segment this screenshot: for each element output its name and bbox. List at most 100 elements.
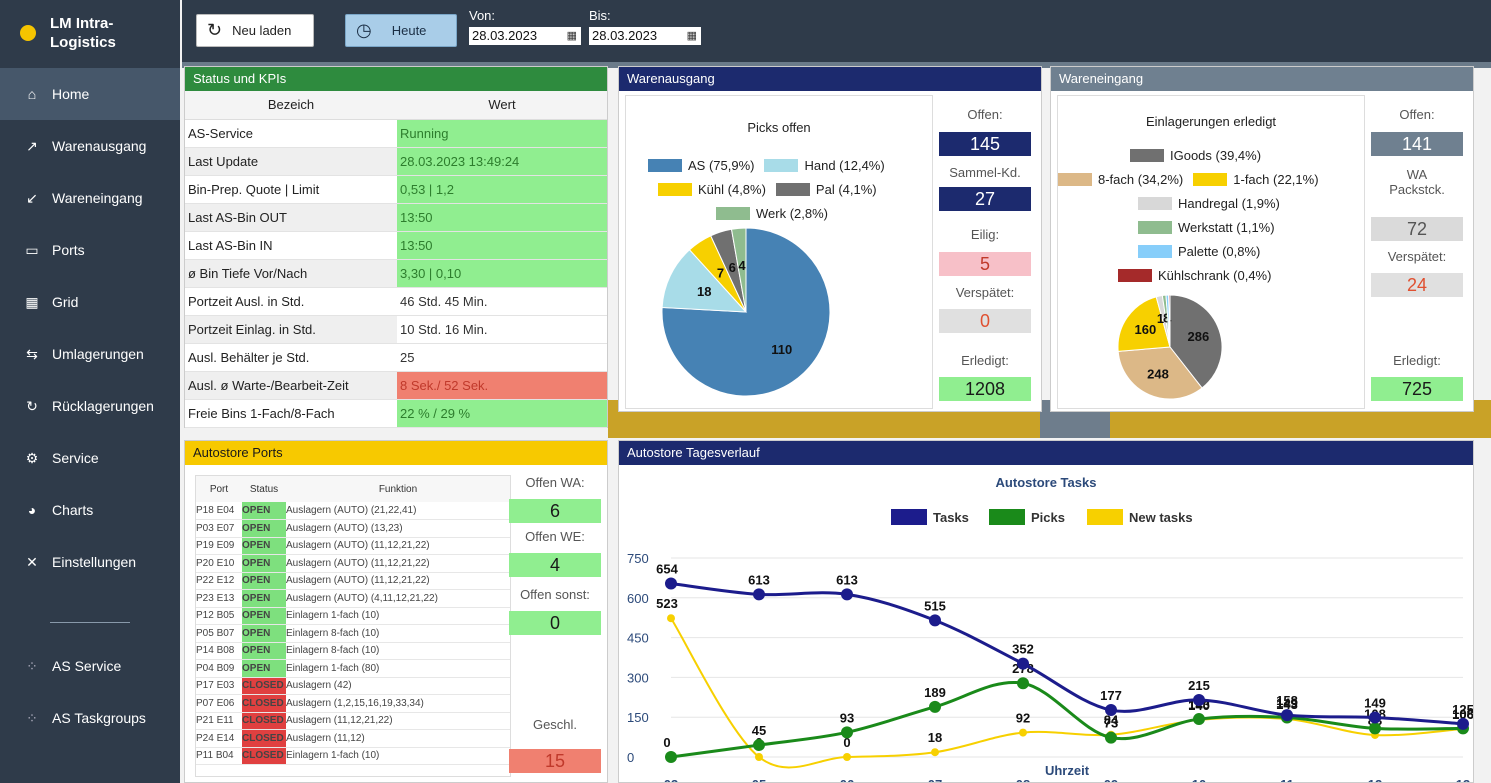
data-point[interactable] [753, 739, 765, 752]
kpi-col-header[interactable]: Bezeich [185, 91, 397, 120]
nav-item-rcklagerungen[interactable]: ↻ Rücklagerungen [0, 380, 180, 432]
nav-item-astaskgroups[interactable]: ⁘ AS Taskgroups [0, 692, 180, 744]
nav-item-asservice[interactable]: ⁘ AS Service [0, 640, 180, 692]
data-point[interactable] [753, 588, 765, 601]
data-point[interactable] [843, 753, 851, 761]
legend-item[interactable]: 1-fach (22,1%) [1193, 172, 1319, 187]
data-point[interactable] [1193, 713, 1205, 726]
app-logo[interactable]: LM Intra- Logistics [0, 0, 180, 66]
nav-item-charts[interactable]: ◕ Charts [0, 484, 180, 536]
series-line-tasks[interactable] [670, 581, 1464, 726]
nav-item-grid[interactable]: ▦ Grid [0, 276, 180, 328]
home-icon: ⌂ [27, 86, 37, 102]
port-id: P21 E11 [196, 712, 242, 730]
port-row[interactable]: P07 E06 CLOSED Auslagern (1,2,15,16,19,33,… [196, 694, 510, 713]
arrow-up-right-icon: ↗ [26, 137, 38, 154]
port-row[interactable]: P21 E11 CLOSED Auslagern (11,12,21,22) [196, 712, 510, 730]
port-id: P07 E06 [196, 694, 242, 713]
ports-col-header[interactable]: Status [242, 476, 286, 502]
legend-item[interactable]: Handregal (1,9%) [1138, 196, 1280, 211]
legend-item[interactable]: Pal (4,1%) [775, 182, 877, 197]
data-point[interactable] [1457, 717, 1469, 730]
data-point[interactable] [1019, 728, 1027, 737]
series-line-picks[interactable] [670, 680, 1464, 759]
nav-item-wareneingang[interactable]: ↙ Wareneingang [0, 172, 180, 224]
calendar-icon[interactable]: ▦ [567, 27, 577, 45]
kpi-col-header[interactable]: Wert [397, 91, 607, 120]
from-date-input[interactable]: 28.03.2023 ▦ [469, 27, 581, 45]
series-line-new-tasks[interactable] [670, 617, 1464, 769]
nav-item-service[interactable]: ⚙ Service [0, 432, 180, 484]
port-row[interactable]: P24 E14 CLOSED Auslagern (11,12) [196, 729, 510, 748]
port-row[interactable]: P20 E10 OPEN Auslagern (AUTO) (11,12,21,22… [196, 554, 510, 573]
kpi-value: 13:50 [397, 203, 607, 232]
port-row[interactable]: P18 E04 OPEN Auslagern (AUTO) (21,22,41) [196, 502, 510, 520]
port-row[interactable]: P14 B08 OPEN Einlagern 8-fach (10) [196, 642, 510, 660]
data-point[interactable] [929, 614, 941, 627]
legend-item[interactable]: Werkstatt (1,1%) [1138, 220, 1275, 235]
legend-item[interactable]: Tasks [891, 509, 969, 525]
port-id: P18 E04 [196, 502, 242, 520]
data-point[interactable] [665, 577, 677, 590]
data-point[interactable] [1017, 677, 1029, 690]
legend-item[interactable]: New tasks [1087, 509, 1193, 525]
port-row[interactable]: P05 B07 OPEN Einlagern 8-fach (10) [196, 624, 510, 643]
legend-label: Hand (12,4%) [804, 158, 885, 173]
pie-data-label: 110 [771, 342, 792, 357]
nav-item-home[interactable]: ⌂ Home [0, 68, 180, 120]
data-point[interactable] [665, 751, 677, 763]
port-row[interactable]: P19 E09 OPEN Auslagern (AUTO) (11,12,21,22… [196, 537, 510, 555]
legend-item[interactable]: Hand (12,4%) [764, 158, 885, 173]
data-label: 93 [840, 710, 854, 725]
data-point[interactable] [841, 726, 853, 739]
port-status-badge: CLOSED [242, 712, 286, 730]
legend-item[interactable]: 8-fach (34,2%) [1058, 172, 1183, 187]
nav-item-umlagerungen[interactable]: ⇆ Umlagerungen [0, 328, 180, 380]
legend-label: Tasks [933, 510, 969, 525]
data-point[interactable] [931, 748, 939, 757]
legend-label: Kühlschrank (0,4%) [1158, 268, 1272, 283]
data-point[interactable] [929, 700, 941, 713]
kpi-row: ø Bin Tiefe Vor/Nach 3,30 | 0,10 [185, 259, 607, 288]
legend-item[interactable]: IGoods (39,4%) [1130, 148, 1261, 163]
data-point[interactable] [1369, 722, 1381, 735]
data-point[interactable] [1105, 704, 1117, 717]
data-point[interactable] [667, 614, 675, 623]
kpi-row: Ausl. Behälter je Std. 25 [185, 343, 607, 372]
port-row[interactable]: P17 E03 CLOSED Auslagern (42) [196, 677, 510, 695]
reload-button[interactable]: ↻ Neu laden [196, 14, 314, 47]
to-date-input[interactable]: 28.03.2023 ▦ [589, 27, 701, 45]
data-point[interactable] [1369, 711, 1381, 724]
legend-item[interactable]: Palette (0,8%) [1138, 244, 1260, 259]
port-function: Auslagern (42) [286, 677, 510, 695]
port-row[interactable]: P04 B09 OPEN Einlagern 1-fach (80) [196, 659, 510, 678]
today-button[interactable]: ◷ Heute [345, 14, 457, 47]
data-point[interactable] [1281, 709, 1293, 722]
to-label: Bis: [589, 8, 611, 23]
legend-item[interactable]: Kühlschrank (0,4%) [1118, 268, 1271, 283]
legend-item[interactable]: Kühl (4,8%) [658, 182, 766, 197]
nav-item-label: Umlagerungen [52, 346, 144, 362]
data-point[interactable] [1193, 693, 1205, 706]
pie-data-label: 248 [1147, 366, 1169, 381]
nav-item-warenausgang[interactable]: ↗ Warenausgang [0, 120, 180, 172]
data-point[interactable] [841, 588, 853, 601]
port-row[interactable]: P23 E13 OPEN Auslagern (AUTO) (4,11,12,21,… [196, 589, 510, 608]
ports-col-header[interactable]: Funktion [286, 476, 510, 502]
nav-item-einstellungen[interactable]: ✕ Einstellungen [0, 536, 180, 588]
legend-item[interactable]: AS (75,9%) [648, 158, 754, 173]
ports-col-header[interactable]: Port [196, 476, 242, 502]
y-tick-label: 150 [627, 710, 649, 725]
port-row[interactable]: P12 B05 OPEN Einlagern 1-fach (10) [196, 607, 510, 625]
port-row[interactable]: P03 E07 OPEN Auslagern (AUTO) (13,23) [196, 519, 510, 538]
port-row[interactable]: P22 E12 OPEN Auslagern (AUTO) (11,12,21,22… [196, 572, 510, 590]
port-row[interactable]: P11 B04 CLOSED Einlagern 1-fach (10) [196, 747, 510, 765]
ports-table-wrapper[interactable]: Port Status Funktion P18 E04 OPEN Auslagern … [195, 475, 511, 777]
legend-item[interactable]: Picks [989, 509, 1065, 525]
data-point[interactable] [1017, 657, 1029, 670]
calendar-icon[interactable]: ▦ [687, 27, 697, 45]
data-point[interactable] [755, 753, 763, 761]
nav-item-ports[interactable]: ▭ Ports [0, 224, 180, 276]
legend-swatch [989, 509, 1025, 525]
data-point[interactable] [1105, 731, 1117, 744]
